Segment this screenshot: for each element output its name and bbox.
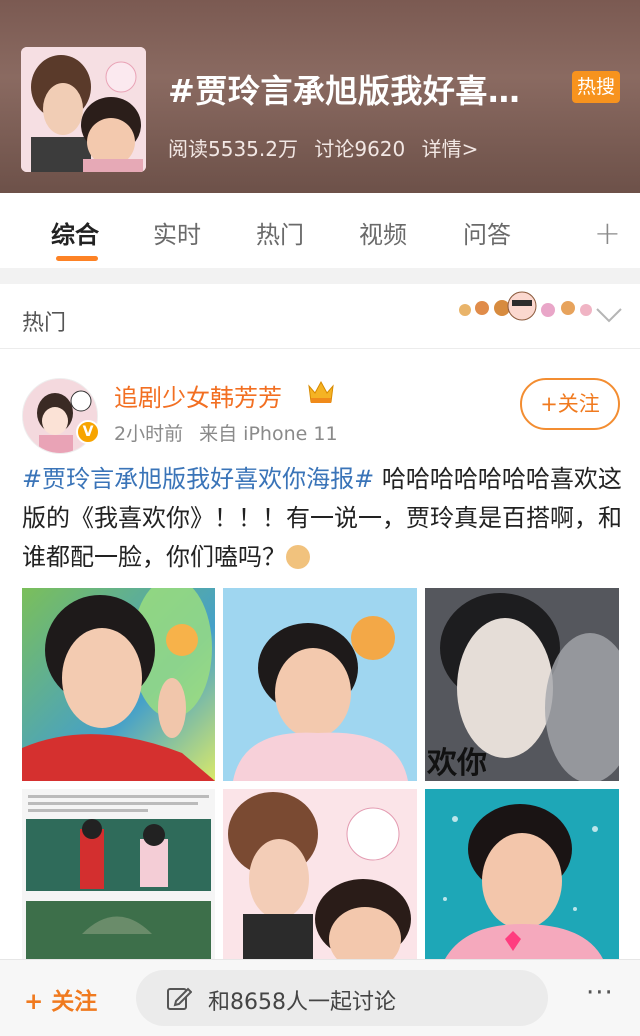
tab-realtime[interactable]: 实时 — [153, 215, 201, 250]
tab-hot[interactable]: 热门 — [256, 215, 304, 250]
post-meta: 2小时前 来自 iPhone 11 — [114, 419, 348, 446]
username[interactable]: 追剧少女韩芳芳 — [114, 378, 282, 413]
divider — [0, 348, 640, 349]
verified-v-icon: V — [76, 420, 100, 444]
section-gap — [0, 268, 640, 284]
image-4[interactable] — [22, 789, 215, 959]
post-source: 来自 iPhone 11 — [199, 423, 338, 445]
follow-button[interactable]: +关注 — [520, 378, 620, 430]
image-1[interactable] — [22, 588, 215, 781]
active-tab-indicator — [56, 256, 98, 261]
tab-comprehensive[interactable]: 综合 — [51, 215, 99, 250]
topic-stats: 阅读5535.2万 讨论9620 详情> — [168, 133, 488, 162]
discuss-count: 讨论9620 — [314, 137, 406, 161]
image-6[interactable] — [425, 789, 619, 959]
image-3[interactable]: 欢你 — [425, 588, 619, 781]
post-time: 2小时前 — [114, 423, 184, 445]
doge-emoji-icon — [286, 545, 310, 569]
image-5[interactable] — [223, 789, 417, 959]
hashtag-link[interactable]: #贾玲言承旭版我好喜欢你海报# — [22, 465, 374, 493]
more-options-icon[interactable]: ··· — [586, 978, 614, 1008]
pencil-edit-icon — [166, 985, 193, 1011]
section-label: 热门 — [22, 311, 67, 336]
topic-title: #贾玲言承旭版我好喜… — [168, 72, 521, 110]
post-content: #贾玲言承旭版我好喜欢你海报# 哈哈哈哈哈哈哈喜欢这版的《我喜欢你》！！！有一说… — [22, 460, 622, 577]
tab-bar: 综合 实时 热门 视频 问答 — [0, 193, 640, 268]
read-count: 阅读5535.2万 — [168, 137, 298, 161]
tab-qa[interactable]: 问答 — [463, 215, 511, 250]
bottom-follow-button[interactable]: + 关注 — [24, 982, 97, 1016]
details-link[interactable]: 详情> — [422, 137, 479, 161]
hot-search-badge: 热搜 — [572, 71, 620, 103]
hot-section-header: 热门 — [0, 284, 640, 348]
crown-badge-icon — [306, 378, 336, 406]
discuss-input[interactable]: 和8658人一起讨论 — [136, 970, 548, 1026]
image-2[interactable] — [223, 588, 417, 781]
bottom-action-bar: + 关注 和8658人一起讨论 ··· — [0, 959, 640, 1036]
topic-header: #贾玲言承旭版我好喜… 热搜 阅读5535.2万 讨论9620 详情> — [0, 0, 640, 193]
chevron-down-icon[interactable] — [595, 306, 623, 324]
image-caption: 欢你 — [427, 746, 487, 781]
add-tab-icon[interactable]: + — [594, 214, 621, 252]
tab-video[interactable]: 视频 — [359, 215, 407, 250]
cartoon-decoration-icon — [450, 288, 600, 328]
topic-thumbnail — [21, 47, 146, 172]
discuss-label: 和8658人一起讨论 — [208, 990, 396, 1015]
